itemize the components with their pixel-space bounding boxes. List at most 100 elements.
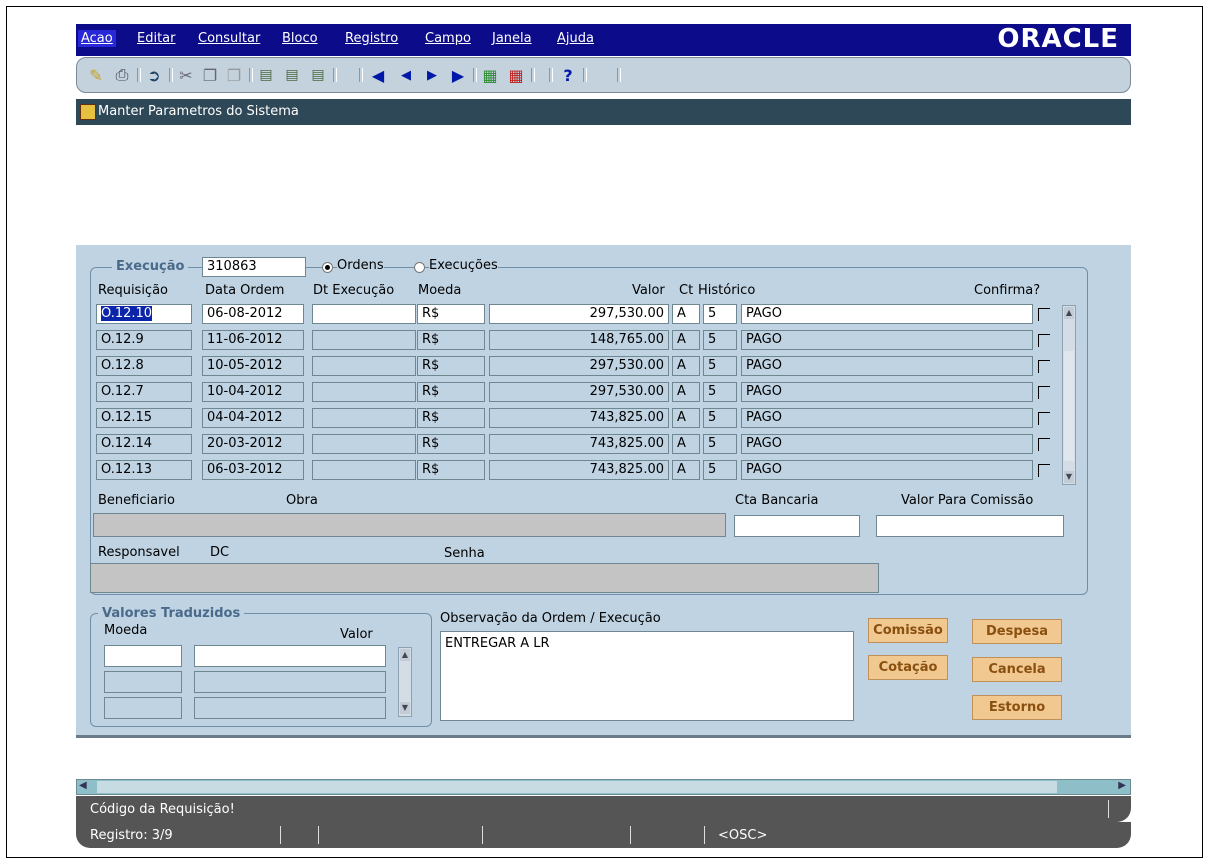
valores-scroll-down-icon[interactable]: ▼ xyxy=(400,702,410,714)
cut-icon[interactable]: ✂ xyxy=(175,64,197,86)
requisicao-cell[interactable]: O.12.9 xyxy=(96,330,192,350)
cancela-button[interactable]: Cancela xyxy=(972,657,1062,682)
codigo-cell[interactable]: 5 xyxy=(703,356,737,376)
moeda-cell[interactable]: R$ xyxy=(417,408,485,428)
moeda-cell[interactable]: R$ xyxy=(417,356,485,376)
print-icon[interactable]: ⎙ xyxy=(111,64,133,86)
radio-ordens[interactable] xyxy=(322,262,333,273)
menu-bloco[interactable]: Bloco xyxy=(282,31,318,46)
valores-valor-field-2[interactable] xyxy=(194,671,386,693)
data-ordem-cell[interactable]: 06-03-2012 xyxy=(202,460,304,480)
valor-cell[interactable]: 297,530.00 xyxy=(489,382,669,402)
dt-execucao-cell[interactable] xyxy=(312,460,416,480)
codigo-cell[interactable]: 5 xyxy=(703,382,737,402)
delete-record-icon[interactable]: ▦ xyxy=(505,64,527,86)
dt-execucao-cell[interactable] xyxy=(312,304,416,324)
table-scrollbar[interactable]: ▲ ▼ xyxy=(1062,305,1076,485)
data-ordem-cell[interactable]: 11-06-2012 xyxy=(202,330,304,350)
comissao-button[interactable]: Comissão xyxy=(868,618,948,643)
moeda-cell[interactable]: R$ xyxy=(417,382,485,402)
historico-cell[interactable]: PAGO xyxy=(741,304,1033,324)
query-enter-icon[interactable]: ▤ xyxy=(255,64,277,86)
confirma-checkbox[interactable] xyxy=(1038,308,1050,321)
data-ordem-cell[interactable]: 06-08-2012 xyxy=(202,304,304,324)
scroll-left-icon[interactable]: ◀ xyxy=(79,780,87,791)
historico-cell[interactable]: PAGO xyxy=(741,382,1033,402)
menu-acao[interactable]: Acao xyxy=(78,30,116,47)
cotacao-button[interactable]: Cotação xyxy=(868,655,948,680)
confirma-checkbox[interactable] xyxy=(1038,464,1050,477)
menu-janela[interactable]: Janela xyxy=(492,31,532,46)
codigo-cell[interactable]: 5 xyxy=(703,304,737,324)
next-record-icon[interactable]: ▶ xyxy=(421,64,443,86)
dt-execucao-cell[interactable] xyxy=(312,330,416,350)
historico-cell[interactable]: PAGO xyxy=(741,460,1033,480)
valores-moeda-field-2[interactable] xyxy=(104,671,182,693)
historico-cell[interactable]: PAGO xyxy=(741,330,1033,350)
estorno-button[interactable]: Estorno xyxy=(972,695,1062,720)
moeda-cell[interactable]: R$ xyxy=(417,330,485,350)
ct-cell[interactable]: A xyxy=(672,408,700,428)
cta-bancaria-field[interactable] xyxy=(734,515,860,537)
scroll-thumb[interactable] xyxy=(1064,351,1074,461)
historico-cell[interactable]: PAGO xyxy=(741,356,1033,376)
radio-execucoes[interactable] xyxy=(414,262,425,273)
scroll-right-icon[interactable]: ▶ xyxy=(1118,780,1126,791)
valores-moeda-field-3[interactable] xyxy=(104,697,182,719)
query-cancel-icon[interactable]: ▤ xyxy=(307,64,329,86)
observacao-textarea[interactable]: ENTREGAR A LR xyxy=(440,631,854,721)
menu-editar[interactable]: Editar xyxy=(137,31,176,46)
requisicao-cell[interactable]: O.12.13 xyxy=(96,460,192,480)
menu-ajuda[interactable]: Ajuda xyxy=(557,31,594,46)
confirma-checkbox[interactable] xyxy=(1038,438,1050,451)
valores-valor-field-1[interactable] xyxy=(194,645,386,667)
dt-execucao-cell[interactable] xyxy=(312,382,416,402)
scroll-down-icon[interactable]: ▼ xyxy=(1064,471,1074,483)
codigo-cell[interactable]: 5 xyxy=(703,434,737,454)
valor-cell[interactable]: 297,530.00 xyxy=(489,356,669,376)
copy-icon[interactable]: ❐ xyxy=(199,64,221,86)
despesa-button[interactable]: Despesa xyxy=(972,619,1062,644)
dt-execucao-cell[interactable] xyxy=(312,434,416,454)
valores-scroll-up-icon[interactable]: ▲ xyxy=(400,649,410,661)
help-icon[interactable]: ? xyxy=(557,64,579,86)
ct-cell[interactable]: A xyxy=(672,382,700,402)
ct-cell[interactable]: A xyxy=(672,434,700,454)
requisicao-cell[interactable]: O.12.15 xyxy=(96,408,192,428)
valor-cell[interactable]: 148,765.00 xyxy=(489,330,669,350)
codigo-cell[interactable]: 5 xyxy=(703,330,737,350)
confirma-checkbox[interactable] xyxy=(1038,360,1050,373)
requisicao-cell[interactable]: O.12.10 xyxy=(96,304,192,324)
requisicao-cell[interactable]: O.12.8 xyxy=(96,356,192,376)
historico-cell[interactable]: PAGO xyxy=(741,408,1033,428)
valor-cell[interactable]: 743,825.00 xyxy=(489,460,669,480)
execucao-field[interactable]: 310863 xyxy=(202,257,306,277)
previous-record-icon[interactable]: ◀ xyxy=(395,64,417,86)
moeda-cell[interactable]: R$ xyxy=(417,304,485,324)
confirma-checkbox[interactable] xyxy=(1038,386,1050,399)
codigo-cell[interactable]: 5 xyxy=(703,460,737,480)
data-ordem-cell[interactable]: 20-03-2012 xyxy=(202,434,304,454)
requisicao-cell[interactable]: O.12.14 xyxy=(96,434,192,454)
query-execute-icon[interactable]: ▤ xyxy=(281,64,303,86)
ct-cell[interactable]: A xyxy=(672,460,700,480)
requisicao-cell[interactable]: O.12.7 xyxy=(96,382,192,402)
menu-registro[interactable]: Registro xyxy=(345,31,398,46)
codigo-cell[interactable]: 5 xyxy=(703,408,737,428)
horizontal-scrollbar[interactable]: ◀ ▶ xyxy=(76,779,1131,795)
menu-campo[interactable]: Campo xyxy=(425,31,471,46)
dt-execucao-cell[interactable] xyxy=(312,408,416,428)
valor-cell[interactable]: 743,825.00 xyxy=(489,434,669,454)
open-folder-icon[interactable]: ✎ xyxy=(85,64,107,86)
beneficiario-obra-field[interactable] xyxy=(93,513,726,537)
horizontal-scroll-thumb[interactable] xyxy=(97,781,1057,793)
confirma-checkbox[interactable] xyxy=(1038,412,1050,425)
moeda-cell[interactable]: R$ xyxy=(417,460,485,480)
historico-cell[interactable]: PAGO xyxy=(741,434,1033,454)
menu-consultar[interactable]: Consultar xyxy=(198,31,260,46)
dt-execucao-cell[interactable] xyxy=(312,356,416,376)
insert-record-icon[interactable]: ▦ xyxy=(479,64,501,86)
responsavel-field[interactable] xyxy=(90,563,879,593)
ct-cell[interactable]: A xyxy=(672,304,700,324)
ct-cell[interactable]: A xyxy=(672,330,700,350)
